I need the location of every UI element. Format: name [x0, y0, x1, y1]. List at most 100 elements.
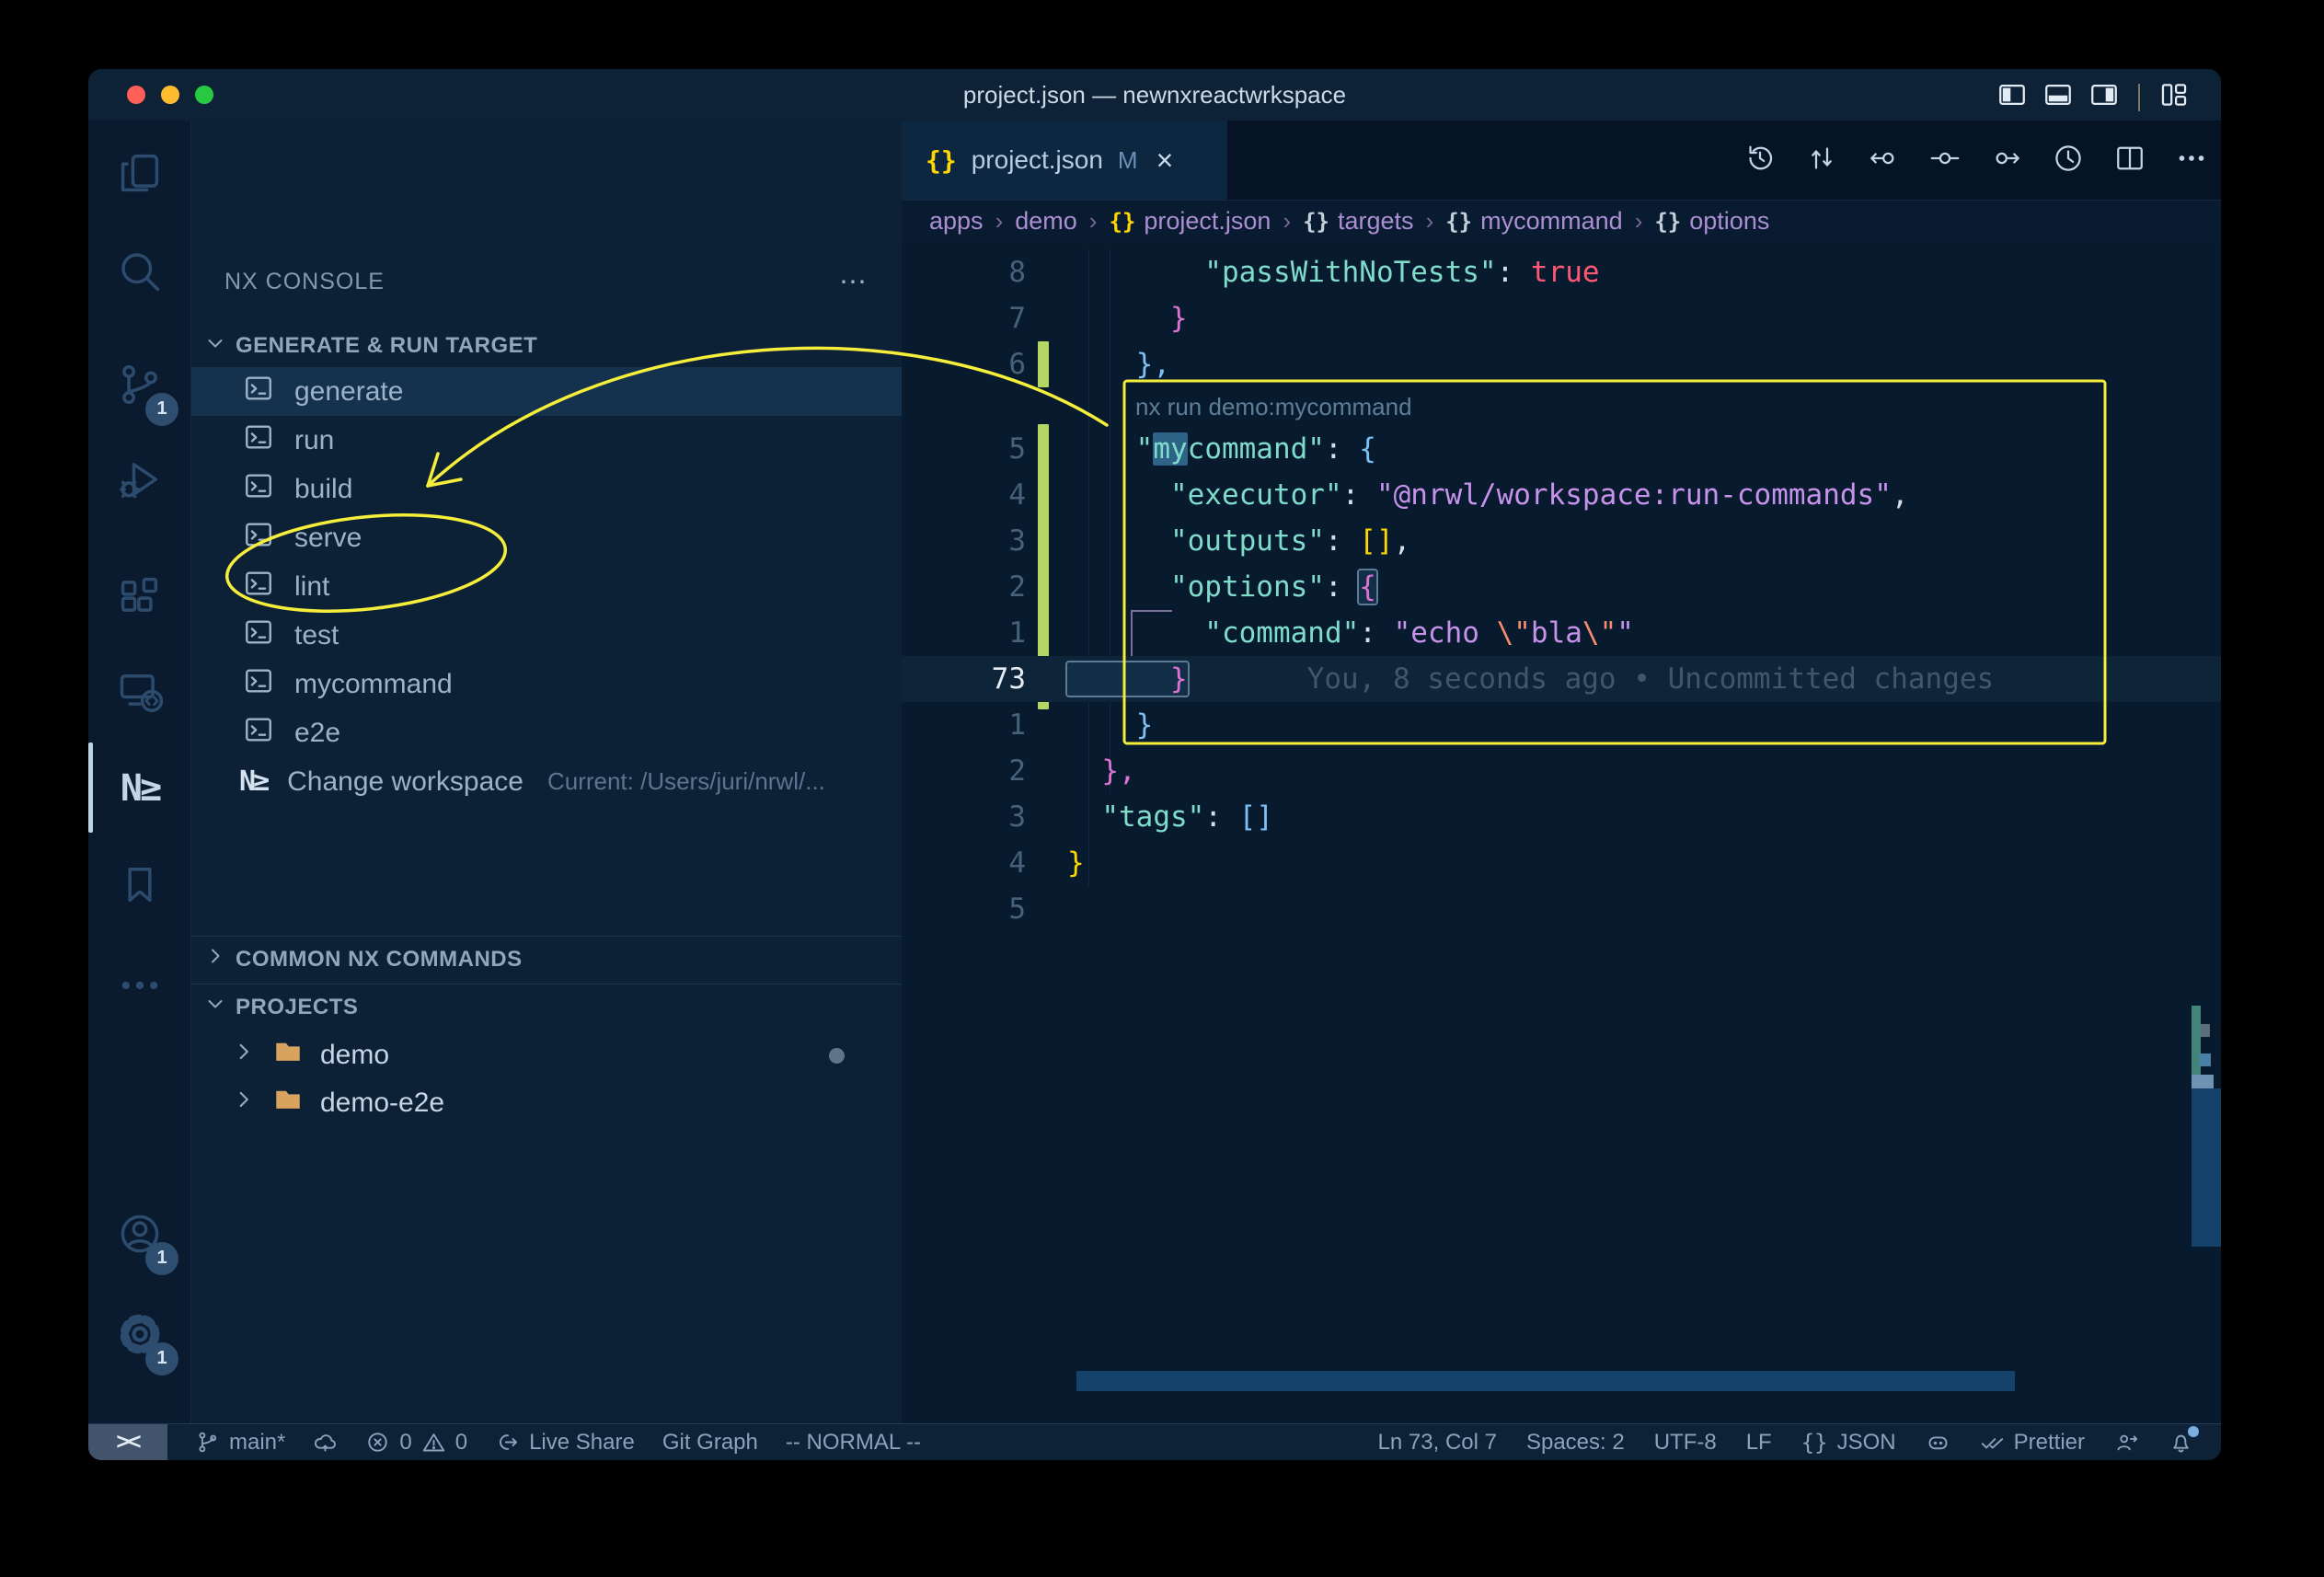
split-editor-icon[interactable]	[2113, 142, 2146, 179]
status-git-graph[interactable]: Git Graph	[662, 1430, 758, 1456]
personArrow-icon	[2114, 1430, 2139, 1455]
close-tab-icon[interactable]: ×	[1156, 144, 1174, 178]
vertical-scrollbar-thumb[interactable]	[2192, 1088, 2221, 1247]
sidebar-title-row: NX CONSOLE ⋯	[191, 259, 902, 305]
breadcrumb-item-apps[interactable]: apps	[929, 207, 984, 236]
gitlens-icon[interactable]	[2052, 142, 2085, 179]
code-line: 1 "command": "echo \"bla\""	[902, 610, 2221, 656]
line-number: 8	[902, 249, 1026, 295]
sidebar-item-e2e[interactable]: e2e	[191, 708, 902, 757]
status-live-share[interactable]: Live Share	[495, 1430, 635, 1456]
open-changes-icon[interactable]	[1928, 142, 1962, 179]
activity-bookmarks[interactable]	[88, 842, 191, 930]
status-notifications[interactable]	[2169, 1430, 2193, 1455]
toggle-primary-sidebar-icon[interactable]	[1996, 79, 2028, 115]
code-line-text: "passWithNoTests": true	[1067, 249, 1600, 295]
breadcrumb-item-project-json[interactable]: {}project.json	[1109, 207, 1271, 236]
activity-nx-console[interactable]: N≥	[88, 744, 191, 833]
activity-additional-views[interactable]	[88, 943, 191, 1031]
sidebar-item-change-workspace[interactable]: N≥ Change workspace Current: /Users/juri…	[191, 757, 902, 806]
line-number: 7	[902, 295, 1026, 341]
status-formatter-prettier[interactable]: Prettier	[1980, 1430, 2085, 1456]
project-item-demo[interactable]: demo	[191, 1031, 902, 1079]
timeline-icon[interactable]	[1743, 142, 1777, 179]
status-cursor-position[interactable]: Ln 73, Col 7	[1378, 1430, 1497, 1456]
breadcrumb-item-mycommand[interactable]: {}mycommand	[1445, 207, 1622, 236]
sidebar-item-mycommand[interactable]: mycommand	[191, 660, 902, 708]
sidebar-item-generate[interactable]: generate	[191, 367, 902, 416]
status-remote-indicator[interactable]: ><	[88, 1424, 167, 1460]
code-line: 73 }You, 8 seconds ago • Uncommitted cha…	[902, 656, 2221, 702]
status-vim-mode[interactable]: -- NORMAL --	[786, 1430, 921, 1456]
status-problems[interactable]: 00	[365, 1430, 467, 1456]
liveshare-icon	[495, 1430, 520, 1455]
activity-source-control[interactable]: 1	[88, 342, 191, 431]
error-icon	[365, 1430, 390, 1455]
sidebar-item-lint[interactable]: lint	[191, 562, 902, 611]
activity-accounts[interactable]: 1	[88, 1191, 191, 1280]
status-publish-changes[interactable]	[313, 1430, 338, 1455]
terminal-icon	[243, 519, 274, 558]
breadcrumb-item-demo[interactable]: demo	[1015, 207, 1077, 236]
more-actions-icon[interactable]	[2175, 142, 2208, 179]
minimize-window-button[interactable]	[161, 86, 179, 104]
code-line: 6 },	[902, 341, 2221, 387]
toggle-secondary-sidebar-icon[interactable]	[2088, 79, 2120, 115]
code-line: 5 "mycommand": {	[902, 426, 2221, 472]
status-language-mode[interactable]: {}JSON	[1801, 1430, 1896, 1456]
code-line: 8 "passWithNoTests": true	[902, 249, 2221, 295]
activity-run-and-debug[interactable]	[88, 437, 191, 525]
sidebar-item-test[interactable]: test	[191, 611, 902, 660]
code-line: 4}	[902, 840, 2221, 886]
sidebar-item-run[interactable]: run	[191, 416, 902, 465]
zoom-window-button[interactable]	[195, 86, 213, 104]
status-indentation[interactable]: Spaces: 2	[1526, 1430, 1625, 1456]
section-generate-run-target[interactable]: GENERATE & RUN TARGET	[191, 325, 902, 367]
vscode-window: project.json — newnxreactwrkspace 1N≥11 …	[88, 69, 2221, 1460]
section-common-nx-commands[interactable]: COMMON NX COMMANDS	[191, 936, 902, 982]
section-projects[interactable]: PROJECTS	[191, 984, 902, 1030]
activity-settings[interactable]: 1	[88, 1292, 191, 1380]
activity-extensions[interactable]	[88, 554, 191, 642]
terminal-icon	[243, 470, 274, 509]
activity-remote-explorer[interactable]	[88, 649, 191, 737]
status-encoding[interactable]: UTF-8	[1654, 1430, 1717, 1456]
tab-project-json[interactable]: {} project.json M ×	[902, 121, 1228, 200]
customize-layout-icon[interactable]	[2158, 79, 2190, 115]
status-label: UTF-8	[1654, 1430, 1717, 1456]
chevron-right-icon[interactable]	[232, 1088, 256, 1119]
nx-logo-icon: N≥	[239, 765, 267, 798]
sidebar-title: NX CONSOLE	[224, 269, 385, 295]
breadcrumb-item-options[interactable]: {}options	[1654, 207, 1769, 236]
status-label: 0	[399, 1430, 411, 1456]
next-change-icon[interactable]	[1990, 142, 2023, 179]
code-line-text: "mycommand": {	[1067, 426, 1376, 472]
activity-bar: 1 N≥ 1 1	[88, 121, 191, 1423]
close-window-button[interactable]	[127, 86, 145, 104]
status-feedback[interactable]	[2114, 1430, 2139, 1455]
activity-explorer[interactable]	[88, 131, 191, 219]
chevron-right-icon[interactable]	[232, 1040, 256, 1071]
titlebar-separator	[2138, 84, 2140, 111]
folder-icon	[272, 1036, 304, 1075]
status-copilot[interactable]	[1926, 1430, 1950, 1455]
horizontal-scrollbar-thumb[interactable]	[1076, 1371, 2015, 1391]
status-git-branch[interactable]: main*	[195, 1430, 285, 1456]
code-editor[interactable]: 9 "jestConfig": "apps/demo/jest.config.j…	[902, 242, 2221, 1423]
code-lens[interactable]: nx run demo:mycommand	[1135, 387, 1412, 426]
previous-change-icon[interactable]	[1867, 142, 1900, 179]
compare-changes-icon[interactable]	[1805, 142, 1838, 179]
activity-search[interactable]	[88, 229, 191, 317]
sidebar-item-serve[interactable]: serve	[191, 513, 902, 562]
status-eol-sequence[interactable]: LF	[1746, 1430, 1772, 1456]
remote-explorer-icon	[116, 667, 164, 719]
sidebar-item-build[interactable]: build	[191, 465, 902, 513]
toggle-panel-icon[interactable]	[2042, 79, 2074, 115]
status-label: Git Graph	[662, 1430, 758, 1456]
code-line: 7 }	[902, 295, 2221, 341]
code-line-text: }	[1067, 295, 1188, 341]
code-line-text: }You, 8 seconds ago • Uncommitted change…	[1067, 656, 1994, 702]
project-item-demo-e2e[interactable]: demo-e2e	[191, 1079, 902, 1127]
breadcrumb-item-targets[interactable]: {}targets	[1303, 207, 1413, 236]
sidebar-more-actions-icon[interactable]: ⋯	[839, 266, 869, 298]
